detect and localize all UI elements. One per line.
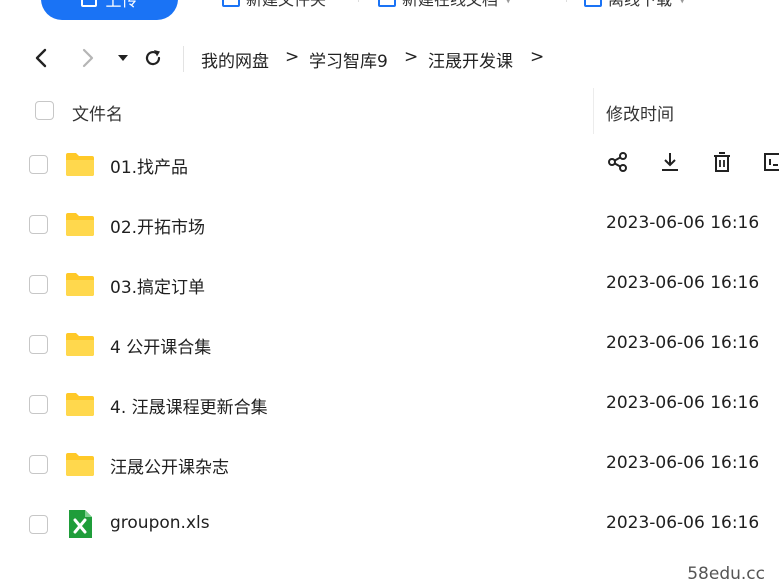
folder-icon [66, 273, 94, 296]
refresh-icon[interactable] [141, 46, 165, 70]
column-header-modified-time[interactable]: 修改时间 [606, 100, 674, 125]
select-all-checkbox[interactable] [35, 101, 54, 120]
file-name[interactable]: 02.开拓市场 [110, 213, 205, 238]
delete-icon[interactable] [710, 150, 734, 174]
toolbar-divider [566, 0, 567, 2]
file-row[interactable]: 02.开拓市场 2023-06-06 16:16 [0, 194, 779, 254]
upload-label: 上传 [105, 0, 138, 10]
back-icon[interactable] [29, 46, 53, 70]
row-checkbox[interactable] [29, 275, 48, 294]
file-modified-time: 2023-06-06 16:16 [606, 273, 760, 293]
new-doc-icon [378, 0, 396, 7]
file-row[interactable]: 4 公开课合集 2023-06-06 16:16 [0, 314, 779, 374]
file-modified-time: 2023-06-06 16:16 [606, 393, 760, 413]
file-name[interactable]: 汪晟公开课杂志 [110, 453, 229, 478]
row-checkbox[interactable] [29, 155, 48, 174]
download-icon[interactable] [658, 150, 682, 174]
file-name[interactable]: 4 公开课合集 [110, 333, 211, 358]
top-toolbar: 上传 新建文件夹 新建在线文档 ▼ 离线下载 ▼ [0, 0, 779, 22]
new-online-doc-label: 新建在线文档 [402, 0, 498, 10]
new-online-doc-button[interactable]: 新建在线文档 ▼ [378, 0, 512, 10]
file-row[interactable]: 01.找产品 [0, 134, 779, 194]
new-folder-button[interactable]: 新建文件夹 [222, 0, 326, 10]
folder-icon [66, 453, 94, 476]
file-name[interactable]: 01.找产品 [110, 153, 188, 178]
more-icon[interactable] [762, 150, 779, 174]
row-actions [606, 150, 779, 174]
breadcrumb-item[interactable]: 学习智库9 [309, 47, 388, 72]
file-modified-time: 2023-06-06 16:16 [606, 513, 760, 533]
file-manager: 上传 新建文件夹 新建在线文档 ▼ 离线下载 ▼ [0, 0, 779, 588]
breadcrumb-separator: > [530, 47, 545, 67]
breadcrumb-separator: > [285, 47, 300, 67]
row-checkbox[interactable] [29, 395, 48, 414]
column-divider[interactable] [593, 88, 594, 134]
breadcrumb-item[interactable]: 汪晟开发课 [428, 47, 513, 72]
nav-divider [183, 46, 184, 72]
folder-icon [66, 153, 94, 176]
history-dropdown-icon[interactable] [111, 46, 135, 70]
offline-download-button[interactable]: 离线下载 ▼ [584, 0, 686, 10]
watermark: 58edu.cc [687, 564, 765, 584]
offline-download-icon [584, 0, 602, 7]
file-row[interactable]: 03.搞定订单 2023-06-06 16:16 [0, 254, 779, 314]
row-checkbox[interactable] [29, 515, 48, 534]
navigation-bar: 我的网盘 > 学习智库9 > 汪晟开发课 > [0, 36, 779, 82]
file-name[interactable]: 03.搞定订单 [110, 273, 205, 298]
breadcrumb-separator: > [404, 47, 419, 67]
offline-download-label: 离线下载 [608, 0, 672, 10]
chevron-down-icon: ▼ [504, 0, 512, 5]
file-modified-time: 2023-06-06 16:16 [606, 333, 760, 353]
file-row[interactable]: 4. 汪晟课程更新合集 2023-06-06 16:16 [0, 374, 779, 434]
row-checkbox[interactable] [29, 335, 48, 354]
file-name[interactable]: groupon.xls [110, 513, 210, 533]
upload-icon [81, 0, 98, 7]
excel-file-icon [69, 510, 92, 538]
file-name[interactable]: 4. 汪晟课程更新合集 [110, 393, 268, 418]
file-row[interactable]: 汪晟公开课杂志 2023-06-06 16:16 [0, 434, 779, 494]
column-header-name[interactable]: 文件名 [72, 100, 123, 125]
toolbar-divider [358, 0, 359, 2]
chevron-down-icon: ▼ [678, 0, 686, 5]
file-modified-time: 2023-06-06 16:16 [606, 453, 760, 473]
row-checkbox[interactable] [29, 215, 48, 234]
file-modified-time: 2023-06-06 16:16 [606, 213, 760, 233]
folder-icon [66, 213, 94, 236]
upload-button[interactable]: 上传 [41, 0, 178, 20]
new-folder-icon [222, 0, 240, 7]
breadcrumb-item[interactable]: 我的网盘 [201, 47, 269, 72]
share-icon[interactable] [606, 150, 630, 174]
file-list-header: 文件名 修改时间 [0, 88, 779, 134]
folder-icon [66, 393, 94, 416]
file-row[interactable]: groupon.xls 2023-06-06 16:16 [0, 494, 779, 554]
forward-icon[interactable] [76, 46, 100, 70]
new-folder-label: 新建文件夹 [246, 0, 326, 10]
folder-icon [66, 333, 94, 356]
row-checkbox[interactable] [29, 455, 48, 474]
